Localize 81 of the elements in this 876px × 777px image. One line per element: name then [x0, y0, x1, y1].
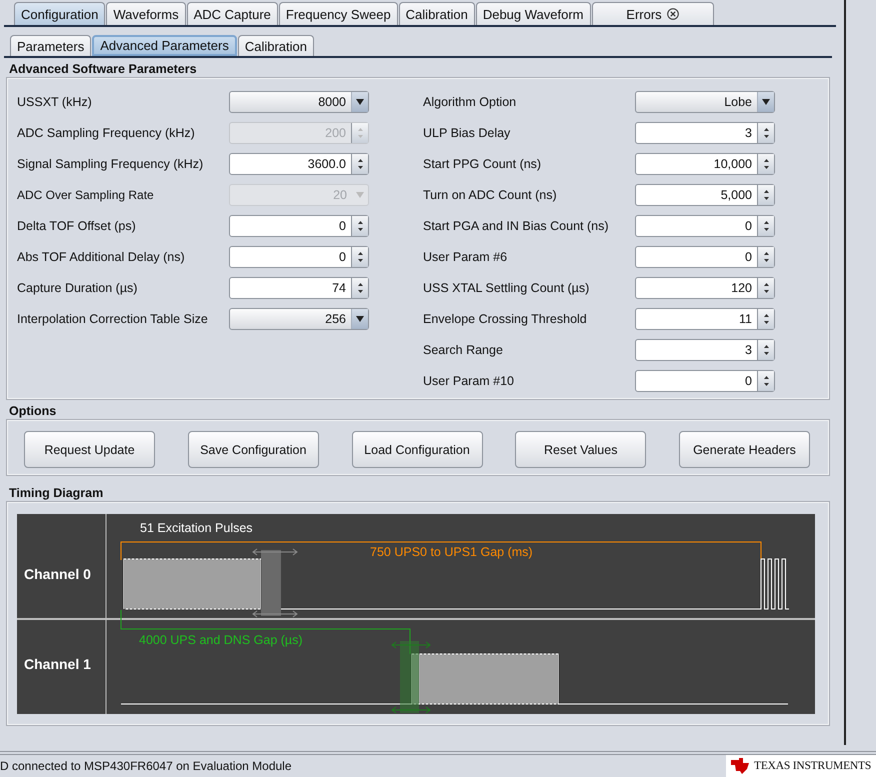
- field-label: User Param #6: [423, 250, 508, 264]
- number-spinner[interactable]: 0: [229, 246, 369, 268]
- spinner-arrows-icon: [762, 126, 770, 140]
- channel-label: Channel 1: [24, 656, 91, 672]
- number-spinner[interactable]: 0: [635, 246, 775, 268]
- close-icon[interactable]: [666, 8, 679, 20]
- field-label: Turn on ADC Count (ns): [423, 188, 558, 202]
- spinner-arrows-icon: [762, 250, 770, 264]
- section-title: Advanced Software Parameters: [8, 61, 198, 77]
- section-title: Options: [8, 403, 58, 419]
- dropdown-arrow-icon: [356, 316, 364, 322]
- option-button[interactable]: Load Configuration: [352, 431, 482, 468]
- dropdown-arrow-icon: [762, 98, 770, 104]
- field-label: ADC Over Sampling Rate: [17, 188, 155, 202]
- tab[interactable]: Calibration: [398, 2, 475, 25]
- status-text: D connected to MSP430FR6047 on Evaluation Module: [0, 759, 292, 773]
- field-label: Algorithm Option: [423, 94, 518, 108]
- field-label: User Param #10: [423, 374, 516, 388]
- tab[interactable]: Calibration: [238, 35, 314, 56]
- option-button[interactable]: Generate Headers: [679, 431, 810, 468]
- spinner-arrows-icon: [762, 188, 770, 202]
- field-label: Interpolation Correction Table Size: [17, 312, 209, 326]
- spinner-arrows-icon: [762, 312, 770, 326]
- pulses-label: 51 Excitation Pulses: [140, 521, 253, 535]
- spinner-arrows-icon: [356, 218, 364, 232]
- number-spinner[interactable]: 3: [635, 122, 775, 144]
- number-spinner[interactable]: 120: [635, 276, 775, 298]
- field-label: Search Range: [423, 342, 504, 356]
- number-spinner[interactable]: 0: [229, 214, 369, 236]
- number-spinner[interactable]: 74: [229, 276, 369, 298]
- channel-label: Channel 0: [24, 566, 91, 582]
- dropdown-arrow-icon: [356, 192, 364, 198]
- field-label: Delta TOF Offset (ps): [17, 218, 137, 232]
- option-button[interactable]: Request Update: [24, 431, 155, 468]
- spinner-arrows-icon: [762, 280, 770, 294]
- spinner-arrows-icon: [356, 126, 364, 140]
- number-spinner[interactable]: 3600.0: [229, 152, 369, 174]
- gap-label: 4000 UPS and DNS Gap (µs): [139, 633, 303, 647]
- tab[interactable]: ADC Capture: [186, 2, 278, 25]
- option-button[interactable]: Save Configuration: [188, 431, 319, 468]
- tab[interactable]: Frequency Sweep: [278, 2, 398, 25]
- field-label: USS XTAL Settling Count (µs): [423, 280, 590, 294]
- tab[interactable]: Errors: [592, 2, 714, 25]
- spinner-arrows-icon: [762, 156, 770, 170]
- field-label: USSXT (kHz): [17, 94, 93, 108]
- field-label: Start PPG Count (ns): [423, 156, 542, 170]
- field-label: Start PGA and IN Bias Count (ns): [423, 218, 610, 232]
- number-spinner[interactable]: 10,000: [635, 152, 775, 174]
- spinner-arrows-icon: [356, 156, 364, 170]
- field-label: Abs TOF Additional Delay (ns): [17, 250, 186, 264]
- spinner-arrows-icon: [762, 342, 770, 356]
- section-title: Timing Diagram: [8, 485, 104, 501]
- tab[interactable]: Configuration: [14, 2, 106, 25]
- dropdown-arrow-icon: [356, 98, 364, 104]
- dropdown[interactable]: 256: [229, 308, 369, 330]
- field-label: ULP Bias Delay: [423, 126, 512, 140]
- spinner-arrows-icon: [762, 374, 770, 388]
- field-label: ADC Sampling Frequency (kHz): [17, 126, 196, 140]
- tab[interactable]: Debug Waveform: [476, 2, 590, 25]
- field-label: Capture Duration (µs): [17, 280, 138, 294]
- tab[interactable]: Advanced Parameters: [92, 35, 237, 56]
- gap-label: 750 UPS0 to UPS1 Gap (ms): [370, 545, 533, 559]
- dropdown[interactable]: Lobe: [635, 90, 775, 112]
- spinner-arrows-icon: [356, 250, 364, 264]
- field-label: Signal Sampling Frequency (kHz): [17, 156, 204, 170]
- number-spinner[interactable]: 3: [635, 338, 775, 360]
- adjust-handle[interactable]: [252, 548, 298, 618]
- spinner-arrows-icon: [356, 280, 364, 294]
- field-label: Envelope Crossing Threshold: [423, 312, 588, 326]
- state-logo-icon: [730, 757, 750, 775]
- brand-logo-text: TEXAS INSTRUMENTS: [754, 760, 872, 772]
- adjust-handle[interactable]: [391, 641, 431, 714]
- tab[interactable]: Parameters: [10, 35, 92, 56]
- number-spinner[interactable]: 0: [635, 370, 775, 392]
- spinner-arrows-icon: [762, 218, 770, 232]
- option-button[interactable]: Reset Values: [515, 431, 646, 468]
- number-spinner[interactable]: 0: [635, 214, 775, 236]
- dropdown[interactable]: 8000: [229, 90, 369, 112]
- number-spinner[interactable]: 5,000: [635, 184, 775, 206]
- tab[interactable]: Waveforms: [106, 2, 186, 25]
- number-spinner[interactable]: 11: [635, 308, 775, 330]
